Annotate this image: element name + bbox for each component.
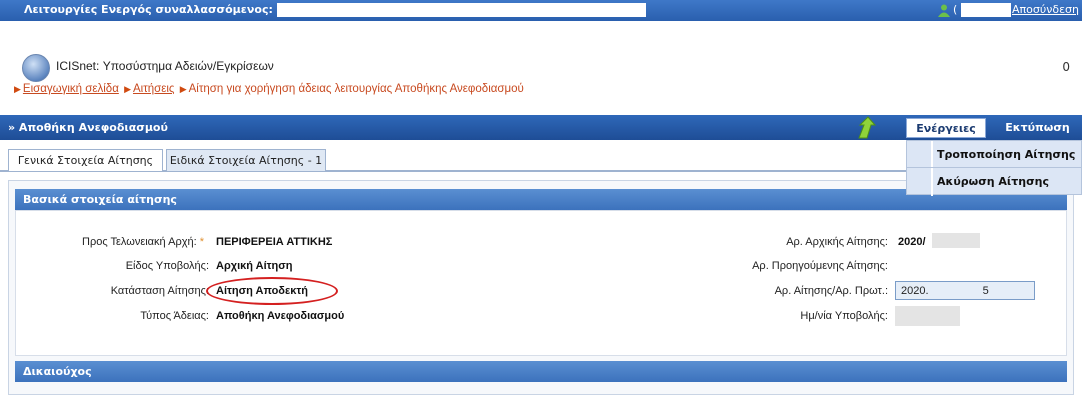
menu-item-cancel-request[interactable]: Ακύρωση Αίτησης — [907, 168, 1082, 195]
icisnet-logo-icon — [22, 54, 50, 82]
breadcrumb-arrow-icon: ▶ — [124, 84, 131, 94]
print-button[interactable]: Εκτύπωση — [993, 121, 1082, 134]
submit-date-redacted — [895, 306, 960, 326]
logout-link[interactable]: Αποσύνδεση — [1012, 3, 1079, 16]
submit-date-label: Ημ/νία Υποβολής: — [800, 310, 888, 322]
initial-request-no-label: Αρ. Αρχικής Αίτησης: — [786, 236, 888, 248]
status-label: Κατάσταση Αίτησης: — [110, 285, 209, 297]
tab-special-info[interactable]: Ειδικά Στοιχεία Αίτησης - 1 — [166, 149, 326, 171]
request-no-suffix: 5 — [982, 285, 989, 297]
license-type-value: Αποθήκη Ανεφοδιασμού — [216, 310, 345, 322]
breadcrumb-current: Αίτηση για χορήγηση άδειας λειτουργίας Α… — [188, 83, 524, 95]
header-counter: 0 — [1062, 60, 1070, 74]
license-type-label: Τύπος Άδειας: — [140, 310, 209, 322]
breadcrumb-arrow-icon: ▶ — [179, 84, 187, 94]
submission-type-label: Είδος Υποβολής: — [125, 260, 209, 272]
breadcrumb-home-link[interactable]: Εισαγωγική σελίδα — [23, 83, 119, 95]
submission-type-value: Αρχική Αίτηση — [216, 260, 293, 272]
initial-no-redacted — [932, 233, 980, 248]
basic-info-body: Προς Τελωνειακή Αρχή: * ΠΕΡΙΦΕΡΕΙΑ ΑΤΤΙΚ… — [15, 210, 1067, 356]
active-trader-redacted — [277, 3, 646, 17]
authority-label: Προς Τελωνειακή Αρχή: * — [82, 236, 204, 248]
holder-header: Δικαιούχος — [15, 361, 1067, 382]
request-no-redacted — [931, 283, 980, 294]
top-bar: Λειτουργίες Ενεργός συναλλασσόμενος: ( Α… — [0, 0, 1082, 21]
breadcrumb-requests-link[interactable]: Αιτήσεις — [133, 83, 175, 95]
request-no-field[interactable]: 2020. 5 — [895, 281, 1035, 300]
menu-item-modify-request[interactable]: Τροποποίηση Αίτησης — [907, 141, 1082, 168]
content-panel: Βασικά στοιχεία αίτησης Προς Τελωνειακή … — [8, 180, 1074, 395]
initial-request-no-value: 2020/ — [898, 236, 926, 248]
actions-dropdown: Τροποποίηση Αίτησης Ακύρωση Αίτησης — [906, 140, 1082, 196]
username-redacted — [961, 3, 1011, 17]
functions-title: Λειτουργίες Ενεργός συναλλασσόμενος: — [24, 3, 273, 16]
tab-general-info[interactable]: Γενικά Στοιχεία Αίτησης — [8, 149, 163, 171]
up-arrow-icon[interactable] — [854, 116, 878, 139]
breadcrumb: ▶ Εισαγωγική σελίδα ▶ Αιτήσεις ▶ Αίτηση για… — [12, 83, 524, 95]
actions-button[interactable]: Ενέργειες — [906, 118, 986, 138]
section-bar: » Αποθήκη Ανεφοδιασμού Ενέργειες Εκτύπωσ… — [0, 115, 1082, 140]
breadcrumb-arrow-icon: ▶ — [14, 84, 21, 94]
app-title: ICISnet: Υποσύστημα Αδειών/Εγκρίσεων — [56, 59, 274, 73]
status-highlight-oval — [206, 277, 338, 305]
previous-request-no-label: Αρ. Προηγούμενης Αίτησης: — [752, 260, 888, 272]
section-title: » Αποθήκη Ανεφοδιασμού — [8, 121, 168, 134]
request-no-value: 2020. — [901, 285, 929, 297]
user-icon — [938, 4, 950, 17]
header: ICISnet: Υποσύστημα Αδειών/Εγκρίσεων 0 ▶… — [0, 21, 1082, 113]
user-paren: ( — [953, 3, 958, 16]
authority-value: ΠΕΡΙΦΕΡΕΙΑ ΑΤΤΙΚΗΣ — [216, 236, 333, 248]
request-no-label: Αρ. Αίτησης/Αρ. Πρωτ.: — [774, 285, 888, 297]
required-mark: * — [199, 236, 204, 248]
